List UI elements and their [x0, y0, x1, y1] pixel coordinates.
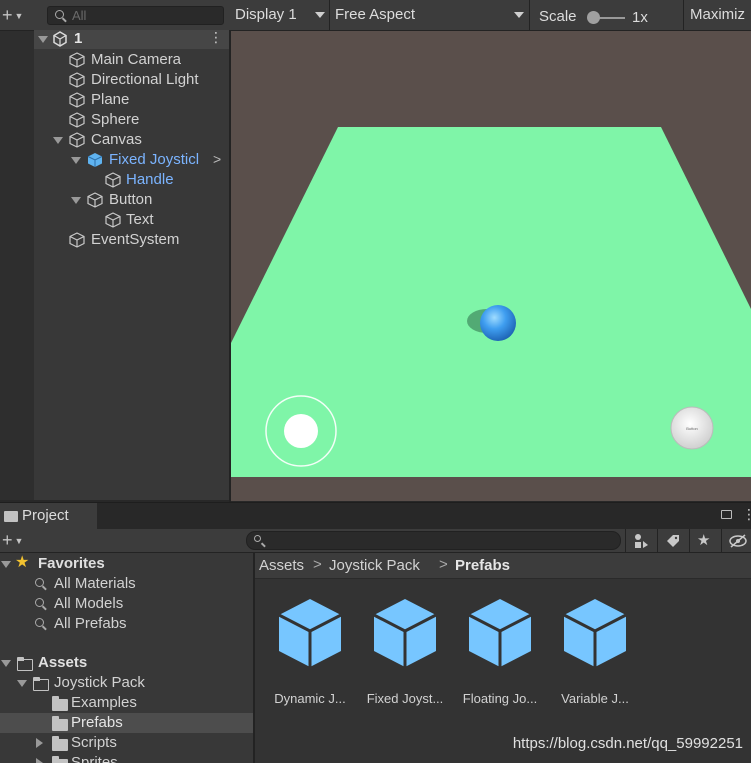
- asset-item-fixed-joystick[interactable]: Fixed Joyst...: [360, 597, 450, 707]
- favorites-filter-button[interactable]: ★: [689, 529, 719, 553]
- search-placeholder: All: [72, 8, 87, 23]
- selected-row-highlight: [0, 713, 253, 733]
- prefab-icon: [563, 599, 627, 667]
- collapse-arrow-icon[interactable]: [38, 36, 48, 43]
- toolbar-separator: [529, 0, 530, 31]
- search-icon: [35, 578, 44, 587]
- search-icon: [254, 535, 261, 542]
- search-icon: [55, 10, 64, 19]
- breadcrumb-separator-icon: >: [313, 556, 322, 573]
- expand-arrow-icon[interactable]: [1, 660, 11, 667]
- gameobject-cube-icon: [69, 72, 85, 88]
- folder-icon: [52, 716, 68, 731]
- gameobject-cube-icon: [87, 192, 103, 208]
- scale-slider-thumb[interactable]: [587, 11, 600, 24]
- prefab-open-arrow-icon[interactable]: >: [213, 151, 221, 167]
- prefab-icon: [278, 599, 342, 667]
- panel-menu-icon[interactable]: ⋮: [742, 506, 751, 523]
- breadcrumb-joystick-pack[interactable]: Joystick Pack: [329, 557, 420, 574]
- project-search-input[interactable]: [246, 531, 621, 550]
- expand-arrow-icon[interactable]: [53, 137, 63, 144]
- filter-by-type-icon: [635, 534, 648, 548]
- expand-arrow-icon[interactable]: [1, 561, 11, 568]
- scale-label: Scale: [539, 8, 577, 25]
- tab-project[interactable]: Project: [0, 503, 97, 529]
- hierarchy-gutter: [0, 31, 34, 500]
- unity-scene-icon: [53, 31, 67, 47]
- hierarchy-toolbar: + ▼ All: [0, 0, 229, 31]
- toolbar-separator: [329, 0, 330, 31]
- hierarchy-search-input[interactable]: All: [47, 6, 224, 25]
- open-folder-icon: [32, 677, 49, 691]
- open-folder-icon: [16, 657, 33, 671]
- star-icon: ★: [697, 532, 711, 549]
- expand-arrow-icon[interactable]: [71, 197, 81, 204]
- game-scene-render: Button: [231, 127, 751, 477]
- asset-item-dynamic-joystick[interactable]: Dynamic J...: [265, 597, 355, 707]
- project-tab-bar: [0, 502, 751, 529]
- search-by-type-button[interactable]: [625, 529, 655, 553]
- scene-header-row[interactable]: 1 ⋮: [34, 30, 229, 49]
- aspect-dropdown[interactable]: Free Aspect: [335, 6, 415, 23]
- gameobject-cube-icon: [105, 212, 121, 228]
- scene-menu-icon[interactable]: ⋮: [209, 30, 223, 44]
- search-icon: [35, 618, 44, 627]
- create-dropdown-button[interactable]: + ▼: [2, 6, 23, 25]
- project-folder-tree: ★ Favorites All Materials All Models All…: [0, 553, 253, 763]
- game-viewport[interactable]: Button: [231, 31, 751, 501]
- breadcrumb-prefabs[interactable]: Prefabs: [455, 557, 510, 574]
- create-asset-dropdown-button[interactable]: + ▼: [2, 531, 23, 550]
- search-icon: [35, 598, 44, 607]
- breadcrumb-separator-icon: >: [439, 556, 448, 573]
- asset-item-variable-joystick[interactable]: Variable J...: [550, 597, 640, 707]
- folder-icon: [52, 756, 68, 763]
- eye-slash-icon: [729, 534, 747, 548]
- folder-icon: [52, 696, 68, 711]
- breadcrumb-assets[interactable]: Assets: [259, 557, 304, 574]
- folder-icon: [52, 736, 68, 751]
- toolbar-separator: [683, 0, 684, 31]
- prefab-cube-icon: [87, 153, 103, 167]
- hidden-packages-toggle[interactable]: [721, 529, 751, 553]
- watermark-url: https://blog.csdn.net/qq_59992251: [512, 735, 743, 752]
- breadcrumb: Assets > Joystick Pack > Prefabs: [255, 553, 751, 579]
- gameobject-cube-icon: [69, 112, 85, 128]
- collapsed-arrow-icon[interactable]: [36, 738, 43, 748]
- scale-value: 1x: [632, 9, 648, 26]
- prefab-icon: [468, 599, 532, 667]
- asset-item-floating-joystick[interactable]: Floating Jo...: [455, 597, 545, 707]
- gameobject-cube-icon: [105, 172, 121, 188]
- label-tag-icon: [667, 535, 679, 547]
- collapsed-arrow-icon[interactable]: [36, 758, 43, 763]
- gameobject-cube-icon: [69, 92, 85, 108]
- search-by-label-button[interactable]: [657, 529, 687, 553]
- scene-name: 1: [74, 30, 83, 47]
- ui-button-text: Button: [686, 426, 698, 431]
- display-dropdown-caret-icon[interactable]: [315, 12, 325, 18]
- gameobject-cube-icon: [69, 132, 85, 148]
- folder-icon: [4, 511, 18, 522]
- display-dropdown[interactable]: Display 1: [235, 6, 297, 23]
- prefab-icon: [373, 599, 437, 667]
- sphere: [480, 305, 516, 341]
- game-view-toolbar: Display 1 Free Aspect Scale 1x Maximiz: [229, 0, 751, 31]
- joystick-handle[interactable]: [284, 414, 318, 448]
- aspect-dropdown-caret-icon[interactable]: [514, 12, 524, 18]
- star-icon: ★: [15, 554, 30, 571]
- expand-arrow-icon[interactable]: [17, 680, 27, 687]
- expand-arrow-icon[interactable]: [71, 157, 81, 164]
- gameobject-cube-icon: [69, 232, 85, 248]
- gameobject-cube-icon: [69, 52, 85, 68]
- lock-icon[interactable]: [721, 510, 732, 519]
- maximize-on-play-toggle[interactable]: Maximiz: [690, 6, 745, 23]
